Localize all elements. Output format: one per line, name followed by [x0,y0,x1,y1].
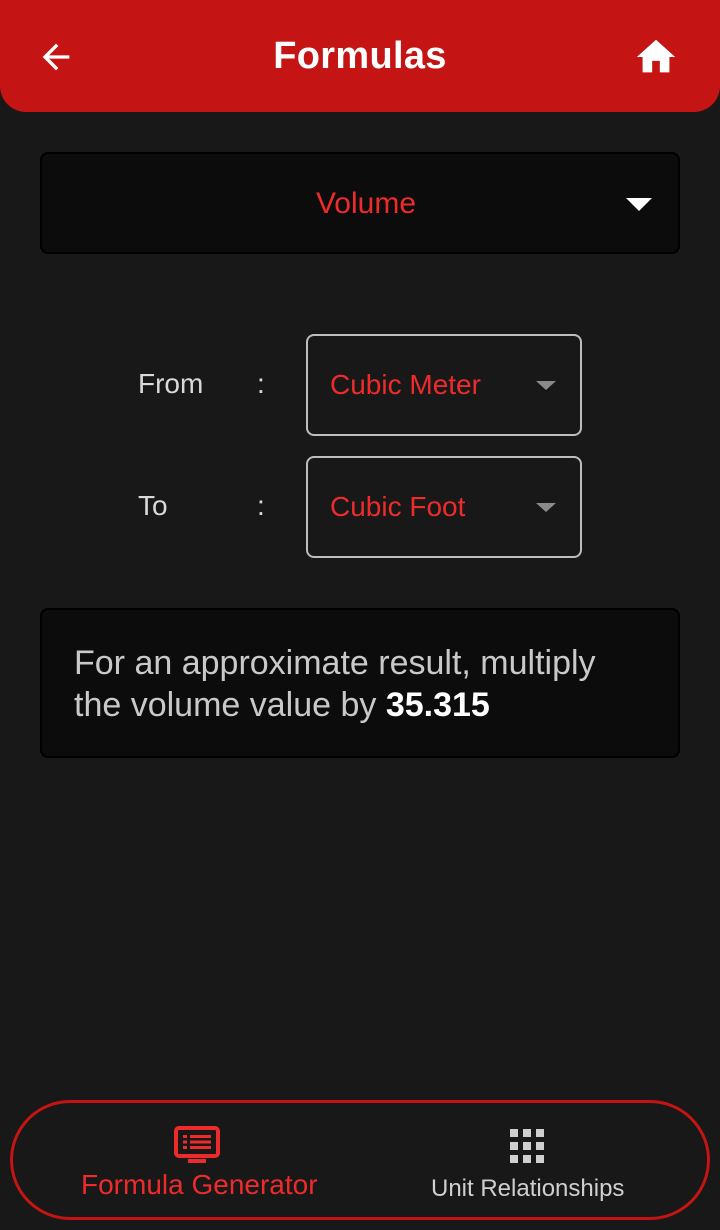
from-unit-dropdown[interactable]: Cubic Meter [306,334,582,436]
app-bar: Formulas [0,0,720,112]
home-button[interactable] [628,31,684,83]
from-unit-value: Cubic Meter [330,369,481,400]
arrow-left-icon [42,43,70,71]
bottom-navigation: Formula Generator Unit Relationships [10,1100,710,1220]
from-label: From [138,368,204,399]
nav-formula-generator-label: Formula Generator [81,1169,318,1200]
app-root: Formulas Volume From : Cubic Meter To : … [0,0,720,1230]
list-box-icon [173,1125,221,1165]
grid-icon [508,1127,546,1165]
conversion-factor: 35.315 [385,686,490,724]
caret-down-icon [626,198,652,211]
category-dropdown[interactable]: Volume [40,152,680,254]
to-separator: : [257,490,265,521]
chevron-down-icon [536,503,556,512]
nav-unit-relationships-label: Unit Relationships [431,1175,625,1202]
chevron-down-icon [536,381,556,390]
nav-unit-relationships[interactable]: Unit Relationships [413,1103,653,1217]
back-button[interactable] [30,31,82,83]
category-selected-value: Volume [315,187,417,220]
home-icon [636,39,676,73]
nav-formula-generator[interactable]: Formula Generator [73,1103,323,1217]
result-text: For an approximate result, multiply the … [74,644,596,724]
to-unit-dropdown[interactable]: Cubic Foot [306,456,582,558]
to-label: To [138,490,168,521]
from-separator: : [257,368,265,399]
page-title: Formulas [273,34,447,77]
to-unit-value: Cubic Foot [330,491,466,522]
result-card: For an approximate result, multiply the … [40,608,680,758]
